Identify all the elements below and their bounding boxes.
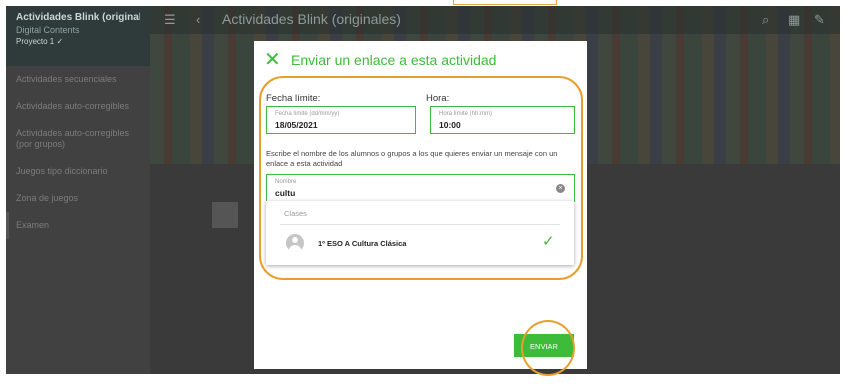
sidebar-item[interactable]: Actividades secuenciales [6,66,150,93]
sidebar-item[interactable]: Examen [6,212,150,239]
course-title: Actividades Blink (originales) [16,12,140,23]
course-meta[interactable]: Proyecto 1 ✓ [16,37,140,46]
check-icon: ✓ [542,233,555,250]
send-button[interactable]: ENVIAR [514,334,574,357]
sidebar-item[interactable]: Actividades auto-corregibles (por grupos… [6,120,150,158]
date-placeholder: Fecha límite (dd/mm/yy) [275,111,340,117]
menu-icon[interactable]: ☰ [164,12,176,28]
page-title: Actividades Blink (originales) [222,11,401,27]
date-label: Fecha límite: [266,93,321,104]
suggestion-dropdown: Clases 1º ESO A Cultura Clásica ✓ [266,201,574,265]
highlight-marker [453,0,557,5]
name-search-input[interactable]: Nombre cultu × [266,174,575,202]
edit-icon[interactable]: ✎ [814,12,825,28]
grid-icon[interactable]: ▦ [788,12,800,28]
date-field[interactable]: Fecha límite (dd/mm/yy) 18/05/2021 [266,106,416,134]
time-field[interactable]: Hora límite (hh:mm) 10:00 [430,106,575,134]
name-placeholder: Nombre [275,179,297,185]
avatar-icon [286,234,304,252]
time-placeholder: Hora límite (hh:mm) [439,111,493,117]
help-text: Escribe el nombre de los alumnos o grupo… [266,149,558,168]
sidebar-item[interactable]: Zona de juegos [6,185,150,212]
course-subtitle: Digital Contents [16,25,80,35]
clear-icon[interactable]: × [556,184,565,193]
course-header: Actividades Blink (originales) Digital C… [6,6,150,66]
dropdown-item-label: 1º ESO A Cultura Clásica [318,239,407,248]
date-value: 18/05/2021 [275,120,318,130]
search-icon[interactable]: ⌕ [762,12,769,28]
top-bar: ☰ ‹ Actividades Blink (originales) ⌕ ▦ ✎ [150,6,840,34]
sidebar: Actividades Blink (originales) Digital C… [6,6,150,374]
time-label: Hora: [426,93,450,104]
modal-title: Enviar un enlace a esta actividad [291,52,497,68]
content-thumbnail[interactable] [212,202,238,228]
sidebar-item[interactable]: Juegos tipo diccionario [6,158,150,185]
sidebar-item[interactable]: Actividades auto-corregibles [6,93,150,120]
divider [280,224,560,225]
send-link-modal: ✕ Enviar un enlace a esta actividad Fech… [254,41,587,369]
dropdown-header: Clases [284,209,307,218]
back-icon[interactable]: ‹ [196,12,200,27]
close-x-icon[interactable]: ✕ [264,50,281,70]
time-value: 10:00 [439,120,461,130]
name-value: cultu [275,188,296,198]
